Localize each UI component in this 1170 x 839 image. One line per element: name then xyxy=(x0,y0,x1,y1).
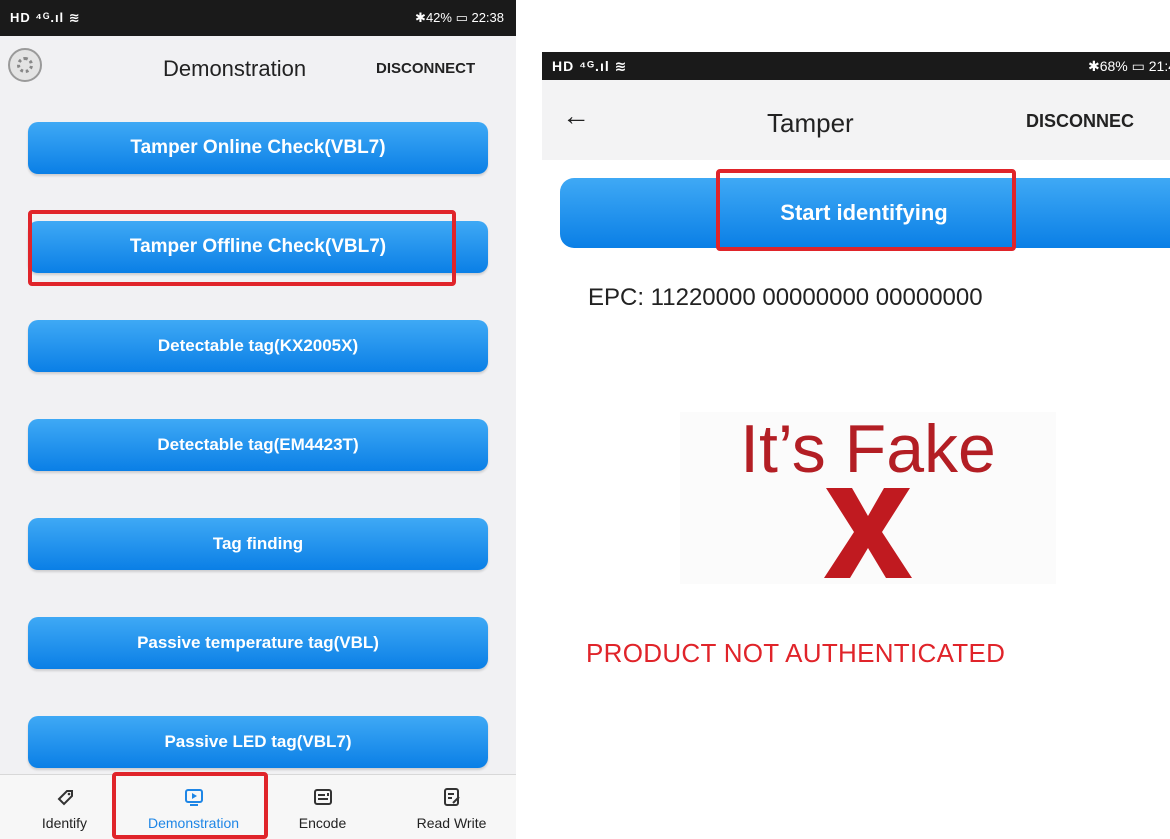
highlight-box-offline-check xyxy=(28,210,456,286)
status-bar: HD ⁴ᴳ.ıl ≋ ✱42% ▭ 22:38 xyxy=(0,0,516,36)
nav-label: Read Write xyxy=(416,815,487,831)
passive-led-tag-button[interactable]: Passive LED tag(VBL7) xyxy=(28,716,488,768)
page-title: Tamper xyxy=(767,108,854,138)
wheel-logo-icon xyxy=(8,48,42,82)
signal-wifi-status: HD ⁴ᴳ.ıl ≋ xyxy=(10,10,81,25)
tag-finding-button[interactable]: Tag finding xyxy=(28,518,488,570)
highlight-box-start-identifying xyxy=(716,169,1016,251)
tamper-online-check-button[interactable]: Tamper Online Check(VBL7) xyxy=(28,122,488,174)
signal-wifi-status: HD ⁴ᴳ.ıl ≋ xyxy=(552,58,628,74)
disconnect-button[interactable]: DISCONNEC xyxy=(1026,111,1134,132)
detectable-tag-em4423t-button[interactable]: Detectable tag(EM4423T) xyxy=(28,419,488,471)
highlight-box-demonstration-tab xyxy=(112,772,268,839)
nav-item-read-write[interactable]: Read Write xyxy=(387,775,516,839)
nav-item-encode[interactable]: Encode xyxy=(258,775,387,839)
passive-temperature-tag-button[interactable]: Passive temperature tag(VBL) xyxy=(28,617,488,669)
detectable-tag-kx2005x-button[interactable]: Detectable tag(KX2005X) xyxy=(28,320,488,372)
status-bar: HD ⁴ᴳ.ıl ≋ ✱68% ▭ 21:4 xyxy=(542,52,1170,80)
result-fake-text: It’s Fake xyxy=(740,411,996,487)
battery-clock-status: ✱42% ▭ 22:38 xyxy=(415,10,504,25)
tag-icon xyxy=(0,787,129,807)
arrow-left-icon[interactable]: ← xyxy=(562,100,590,132)
disconnect-button[interactable]: DISCONNECT xyxy=(376,60,475,77)
nav-item-identify[interactable]: Identify xyxy=(0,775,129,839)
edit-note-icon xyxy=(387,787,516,807)
red-x-icon xyxy=(824,488,912,578)
not-authenticated-message: PRODUCT NOT AUTHENTICATED xyxy=(586,638,1006,668)
nav-label: Encode xyxy=(298,815,347,831)
epc-readout: EPC: 11220000 00000000 00000000 xyxy=(588,284,983,311)
nav-label: Identify xyxy=(41,815,88,831)
left-phone-screen: HD ⁴ᴳ.ıl ≋ ✱42% ▭ 22:38 Demonstration DI… xyxy=(0,0,516,839)
app-header: ← Tamper DISCONNEC xyxy=(542,80,1170,160)
app-header: Demonstration DISCONNECT xyxy=(0,36,516,98)
encode-card-icon xyxy=(258,787,387,807)
page-title: Demonstration xyxy=(163,56,307,81)
result-panel: It’s Fake xyxy=(680,412,1056,584)
battery-clock-status: ✱68% ▭ 21:4 xyxy=(1087,58,1170,74)
right-phone-screen: HD ⁴ᴳ.ıl ≋ ✱68% ▭ 21:4 ← Tamper DISCONNE… xyxy=(542,52,1170,742)
